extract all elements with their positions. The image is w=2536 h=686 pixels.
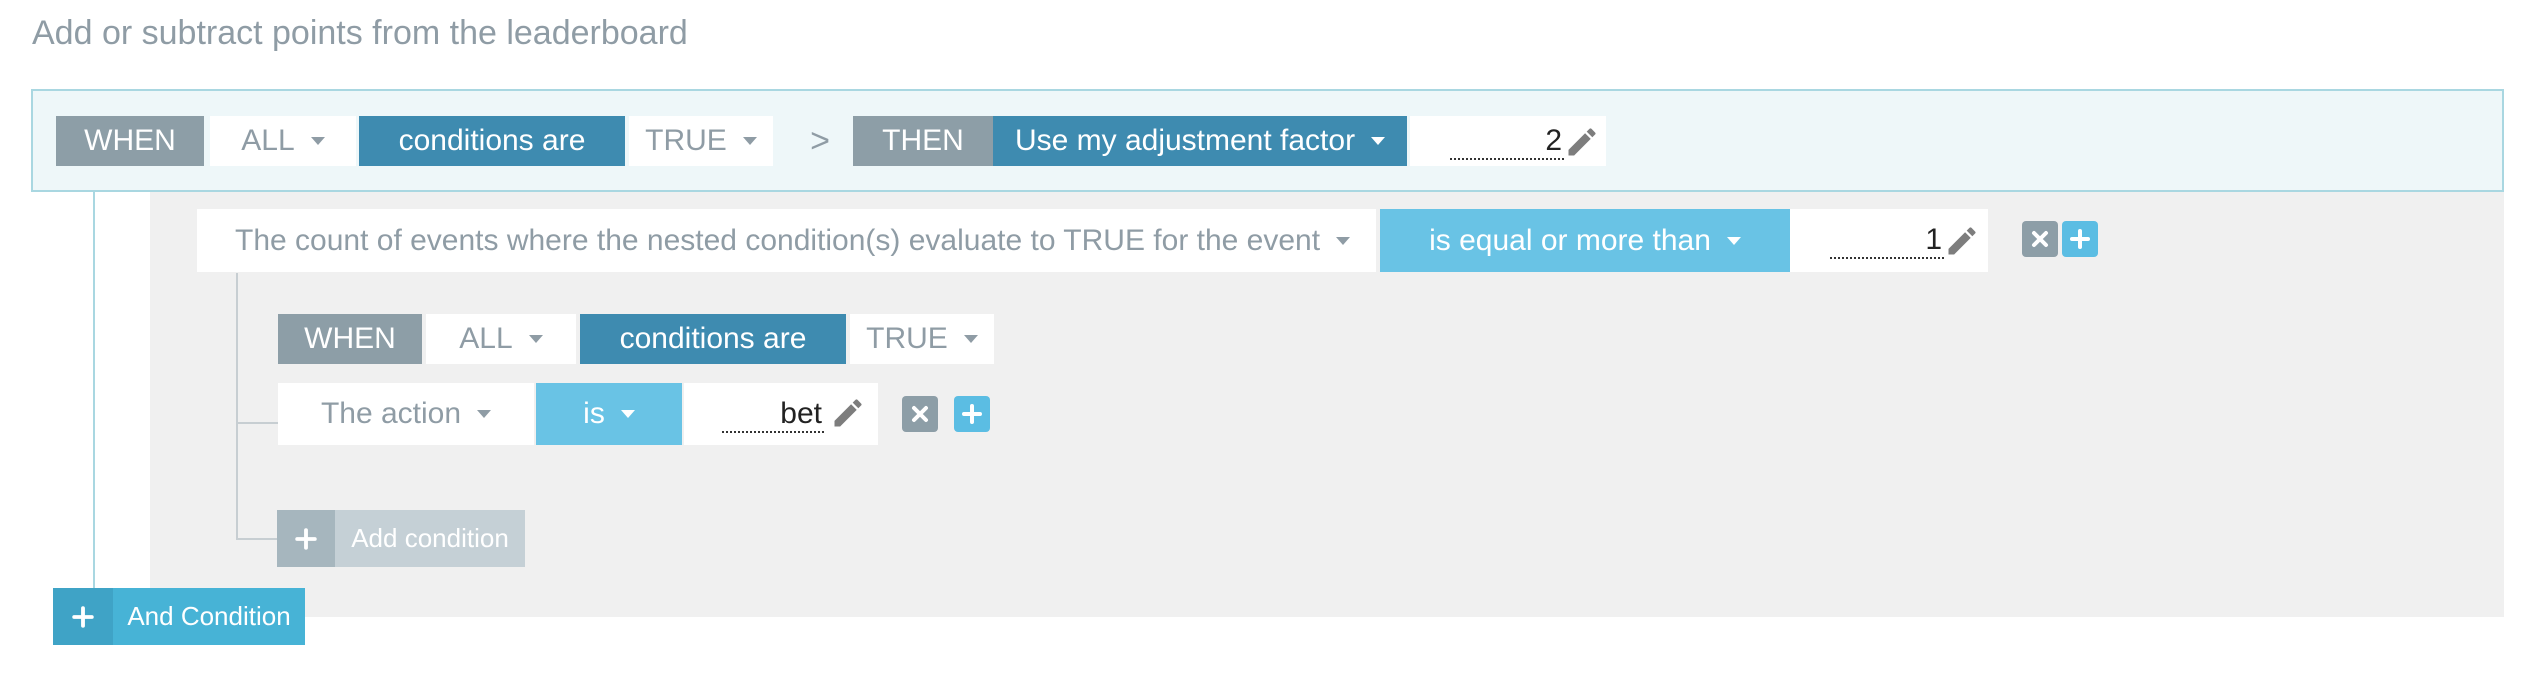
chevron-down-icon (1726, 236, 1741, 245)
pencil-icon[interactable] (830, 395, 866, 431)
quantifier-value: ALL (241, 124, 295, 157)
nested-conditions-are-text: conditions are (619, 322, 807, 355)
action-value[interactable]: bet (722, 397, 824, 433)
nested-quantifier-dropdown[interactable]: ALL (426, 314, 576, 364)
conditions-are-label: conditions are (359, 116, 625, 166)
chevron-down-icon (310, 137, 325, 145)
truth-dropdown[interactable]: TRUE (629, 116, 773, 166)
add-condition-button[interactable] (954, 396, 990, 432)
plus-icon (962, 404, 982, 424)
nested-quantifier-value: ALL (459, 322, 513, 355)
when-label-text: WHEN (84, 124, 176, 157)
truth-value: TRUE (645, 124, 727, 157)
count-operator-value: is equal or more than (1429, 223, 1711, 257)
and-condition-button[interactable]: And Condition (53, 588, 305, 645)
count-value-field[interactable]: 1 (1790, 209, 1988, 272)
nested-tree-connector-line (236, 273, 238, 540)
quantifier-dropdown[interactable]: ALL (210, 116, 356, 166)
nested-tree-branch (236, 538, 278, 540)
tree-connector-line (93, 191, 95, 596)
when-label: WHEN (56, 116, 204, 166)
nested-tree-branch (236, 422, 278, 424)
pencil-icon[interactable] (1564, 124, 1600, 160)
nested-when-label: WHEN (278, 314, 422, 364)
plus-icon (53, 588, 113, 645)
adjustment-factor-field[interactable]: 2 (1410, 116, 1606, 166)
chevron-down-icon (742, 137, 757, 145)
plus-icon (277, 510, 335, 567)
chevron-down-icon (528, 335, 543, 343)
action-value-field[interactable]: bet (684, 383, 878, 445)
pencil-icon[interactable] (1944, 223, 1980, 259)
chevron-down-icon (963, 335, 978, 343)
close-icon (912, 406, 928, 422)
conditions-are-text: conditions are (398, 124, 586, 157)
action-subject-value: The action (320, 397, 462, 430)
adjustment-factor-value[interactable]: 2 (1450, 124, 1564, 160)
page-title: Add or subtract points from the leaderbo… (32, 14, 688, 52)
count-subject-dropdown[interactable]: The count of events where the nested con… (197, 209, 1376, 272)
nested-when-text: WHEN (304, 322, 396, 355)
then-label: THEN (853, 116, 993, 166)
then-label-text: THEN (882, 124, 964, 157)
then-arrow: > (810, 121, 830, 160)
add-nested-condition-label: Add condition (351, 523, 509, 553)
remove-condition-button[interactable] (2022, 221, 2058, 257)
nested-truth-value: TRUE (866, 322, 948, 355)
remove-condition-button[interactable] (902, 396, 938, 432)
nested-truth-dropdown[interactable]: TRUE (850, 314, 994, 364)
action-subject-dropdown[interactable]: The action (278, 383, 534, 445)
count-operator-dropdown[interactable]: is equal or more than (1380, 209, 1790, 272)
action-dropdown[interactable]: Use my adjustment factor (993, 116, 1407, 166)
nested-conditions-are-label: conditions are (580, 314, 846, 364)
chevron-down-icon (1336, 236, 1351, 245)
chevron-down-icon (477, 410, 492, 418)
chevron-down-icon (1371, 137, 1386, 145)
action-value: Use my adjustment factor (1014, 124, 1356, 157)
count-subject-value: The count of events where the nested con… (235, 223, 1321, 257)
action-operator-value: is (583, 397, 605, 430)
count-value[interactable]: 1 (1830, 223, 1944, 259)
plus-icon (2070, 229, 2090, 249)
action-operator-dropdown[interactable]: is (536, 383, 682, 445)
add-condition-button[interactable] (2062, 221, 2098, 257)
add-nested-condition-button[interactable]: Add condition (277, 510, 525, 567)
chevron-down-icon (620, 410, 635, 418)
close-icon (2032, 231, 2048, 247)
and-condition-label: And Condition (127, 601, 291, 631)
